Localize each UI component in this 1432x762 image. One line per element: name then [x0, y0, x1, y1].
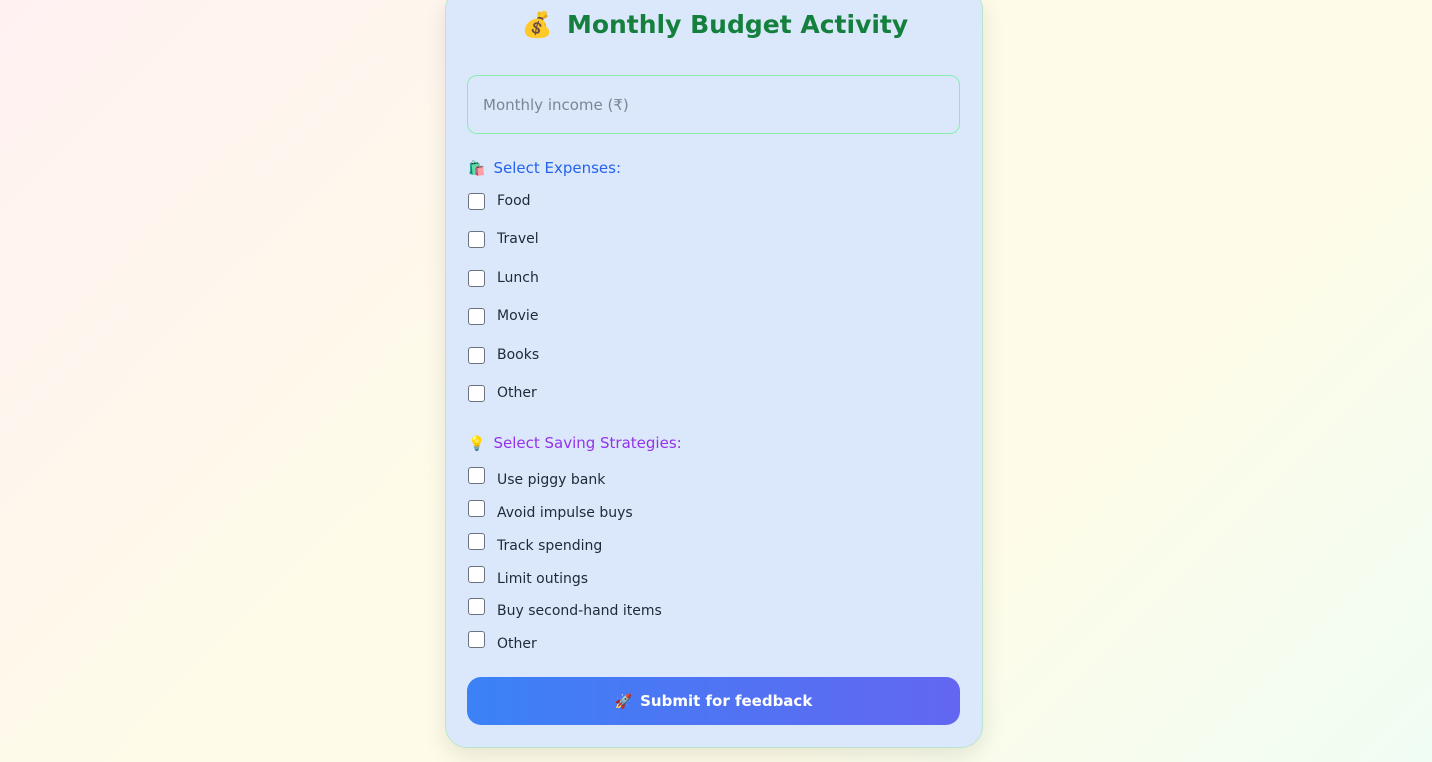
- expenses-section-label: Select Expenses:: [493, 159, 622, 177]
- saving-checkbox-avoid-impulse[interactable]: [468, 499, 485, 517]
- expense-option-label: Books: [497, 347, 540, 363]
- expense-checkbox-food[interactable]: [468, 192, 485, 210]
- expense-option-food[interactable]: Food: [468, 191, 531, 211]
- saving-option-limit-outings[interactable]: Limit outings: [468, 564, 589, 587]
- saving-option-second-hand[interactable]: Buy second-hand items: [468, 596, 662, 619]
- saving-option-avoid-impulse[interactable]: Avoid impulse buys: [468, 498, 633, 521]
- page-title-text: Monthly Budget Activity: [566, 10, 909, 39]
- savings-section-label: Select Saving Strategies:: [493, 434, 682, 452]
- saving-option-label: Use piggy bank: [497, 472, 606, 488]
- submit-button-label: Submit for feedback: [640, 692, 813, 710]
- saving-option-piggy-bank[interactable]: Use piggy bank: [468, 465, 606, 488]
- expense-option-movie[interactable]: Movie: [468, 306, 538, 326]
- page-title: 💰 Monthly Budget Activity: [446, 5, 984, 45]
- expense-option-label: Food: [497, 193, 531, 209]
- expense-checkbox-travel[interactable]: [468, 230, 485, 248]
- submit-feedback-button[interactable]: 🚀 Submit for feedback: [467, 677, 960, 725]
- expense-option-label: Movie: [497, 308, 539, 324]
- money-bag-icon: 💰: [521, 10, 553, 39]
- expense-option-other[interactable]: Other: [468, 383, 537, 403]
- expense-option-label: Other: [497, 385, 537, 401]
- shopping-bags-icon: 🛍️: [468, 161, 486, 177]
- saving-option-label: Other: [497, 636, 537, 652]
- expense-checkbox-other[interactable]: [468, 384, 485, 402]
- monthly-income-input[interactable]: [467, 75, 960, 134]
- light-bulb-icon: 💡: [468, 436, 486, 452]
- expense-checkbox-books[interactable]: [468, 346, 485, 364]
- saving-option-label: Avoid impulse buys: [497, 505, 633, 521]
- expense-option-lunch[interactable]: Lunch: [468, 268, 539, 288]
- saving-option-label: Limit outings: [497, 571, 589, 587]
- saving-option-other[interactable]: Other: [468, 629, 537, 652]
- expense-option-books[interactable]: Books: [468, 345, 539, 365]
- expenses-section-title: 🛍️ Select Expenses:: [468, 158, 621, 179]
- expense-option-label: Travel: [497, 231, 539, 247]
- saving-checkbox-other[interactable]: [468, 630, 485, 648]
- expense-checkbox-lunch[interactable]: [468, 269, 485, 287]
- saving-checkbox-limit-outings[interactable]: [468, 565, 485, 583]
- budget-card: 💰 Monthly Budget Activity 🛍️ Select Expens…: [445, 0, 983, 748]
- saving-option-label: Buy second-hand items: [497, 603, 662, 619]
- saving-checkbox-second-hand[interactable]: [468, 597, 485, 615]
- saving-checkbox-piggy-bank[interactable]: [468, 466, 485, 484]
- expense-checkbox-movie[interactable]: [468, 307, 485, 325]
- saving-checkbox-track-spending[interactable]: [468, 532, 485, 550]
- rocket-icon: 🚀: [614, 694, 633, 710]
- expense-option-travel[interactable]: Travel: [468, 229, 539, 249]
- saving-option-track-spending[interactable]: Track spending: [468, 531, 603, 554]
- expense-option-label: Lunch: [497, 270, 539, 286]
- savings-section-title: 💡 Select Saving Strategies:: [468, 433, 682, 454]
- saving-option-label: Track spending: [497, 538, 603, 554]
